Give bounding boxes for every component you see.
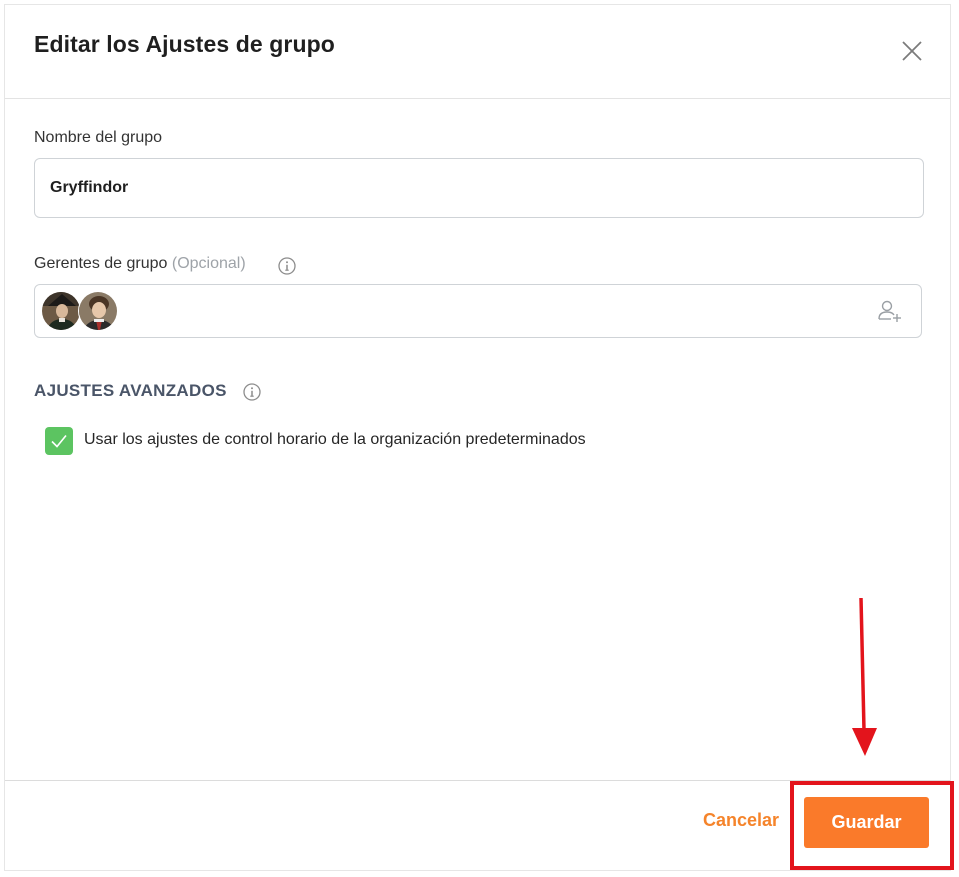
default-time-tracking-label[interactable]: Usar los ajustes de control horario de l…: [84, 431, 586, 449]
advanced-info-icon[interactable]: [243, 383, 261, 401]
save-button[interactable]: Guardar: [804, 797, 929, 848]
group-managers-label-text: Gerentes de grupo: [34, 255, 168, 272]
cancel-button[interactable]: Cancelar: [703, 810, 779, 831]
check-icon: [51, 434, 67, 448]
add-user-icon: [878, 300, 901, 322]
group-managers-label: Gerentes de grupo (Opcional): [34, 255, 246, 273]
dialog-title: Editar los Ajustes de grupo: [34, 31, 335, 57]
close-icon: [902, 41, 922, 61]
info-icon[interactable]: [278, 257, 296, 275]
group-name-label: Nombre del grupo: [34, 129, 163, 146]
group-name-input[interactable]: [34, 158, 924, 218]
edit-group-settings-dialog: Editar los Ajustes de grupo Nombre del g…: [4, 4, 951, 871]
group-managers-field[interactable]: [34, 284, 922, 338]
manager-avatar-2[interactable]: [78, 291, 118, 331]
footer-divider: [5, 780, 950, 781]
default-time-tracking-checkbox[interactable]: [45, 427, 73, 455]
dialog-header: Editar los Ajustes de grupo: [5, 5, 950, 99]
close-button[interactable]: [900, 39, 924, 63]
manager-avatar-1[interactable]: [41, 291, 81, 331]
add-manager-button[interactable]: [877, 298, 903, 324]
advanced-settings-title: AJUSTES AVANZADOS: [34, 381, 227, 400]
optional-label: (Opcional): [171, 255, 246, 272]
